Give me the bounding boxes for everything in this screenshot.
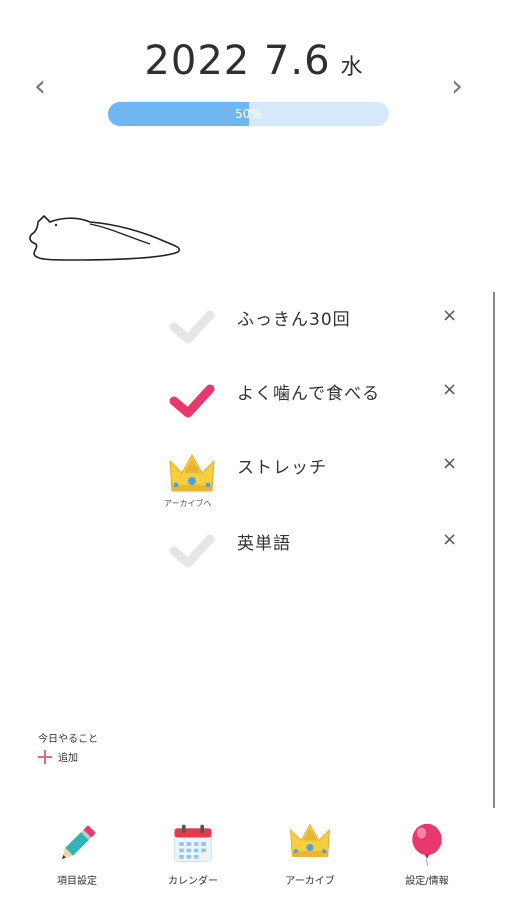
- delete-icon[interactable]: ×: [442, 305, 457, 326]
- plus-icon: [38, 749, 52, 764]
- tab-label: アーカイブ: [285, 876, 335, 887]
- check-icon[interactable]: [166, 527, 218, 579]
- sleeping-cat-illustration: [29, 215, 181, 261]
- add-button[interactable]: 追加: [38, 749, 98, 764]
- task-label: ストレッチ: [237, 458, 327, 478]
- task-item[interactable]: ふっきん30回 ×: [160, 303, 470, 363]
- chevron-left-icon[interactable]: ‹: [34, 72, 46, 102]
- tab-label: カレンダー: [168, 876, 218, 887]
- weekday-text: 水: [340, 55, 363, 80]
- delete-icon[interactable]: ×: [442, 529, 457, 550]
- progress-bar: 50%: [108, 102, 389, 126]
- add-section: 今日やること 追加: [38, 730, 98, 764]
- balloon-icon: [412, 823, 442, 867]
- header: 2022 7.6 水 ‹ › 50%: [0, 0, 507, 140]
- crown-icon[interactable]: [166, 451, 218, 503]
- chevron-right-icon[interactable]: ›: [451, 72, 463, 102]
- archive-caption: アーカイブへ: [164, 499, 212, 508]
- check-icon[interactable]: [166, 377, 218, 429]
- task-item[interactable]: アーカイブへ ストレッチ ×: [160, 451, 470, 511]
- check-icon[interactable]: [166, 303, 218, 355]
- tab-label: 設定/情報: [405, 876, 449, 887]
- tab-label: 項目設定: [57, 876, 97, 887]
- date-text: 2022 7.6: [144, 38, 331, 84]
- date-display: 2022 7.6 水: [0, 38, 507, 84]
- tab-item-info[interactable]: 設定/情報: [372, 815, 482, 895]
- add-section-title: 今日やること: [38, 734, 98, 745]
- progress-label: 50%: [235, 107, 262, 121]
- calendar-icon: [174, 824, 212, 862]
- task-label: 英単語: [237, 534, 291, 554]
- task-item[interactable]: 英単語 ×: [160, 527, 470, 587]
- delete-icon[interactable]: ×: [442, 453, 457, 474]
- pencil-icon: [62, 825, 96, 859]
- task-label: よく噛んで食べる: [237, 384, 381, 404]
- tab-item-settings[interactable]: 項目設定: [22, 815, 132, 895]
- task-label: ふっきん30回: [237, 310, 351, 330]
- tab-item-calendar[interactable]: カレンダー: [138, 815, 248, 895]
- crown-icon: [290, 823, 330, 857]
- tab-item-archive[interactable]: アーカイブ: [255, 815, 365, 895]
- delete-icon[interactable]: ×: [442, 379, 457, 400]
- task-item[interactable]: よく噛んで食べる ×: [160, 377, 470, 437]
- bottom-tab-bar: 項目設定 カレンダー アーカイブ 設定/情報: [0, 815, 507, 900]
- add-button-label: 追加: [58, 753, 78, 764]
- scrollbar[interactable]: [493, 292, 495, 808]
